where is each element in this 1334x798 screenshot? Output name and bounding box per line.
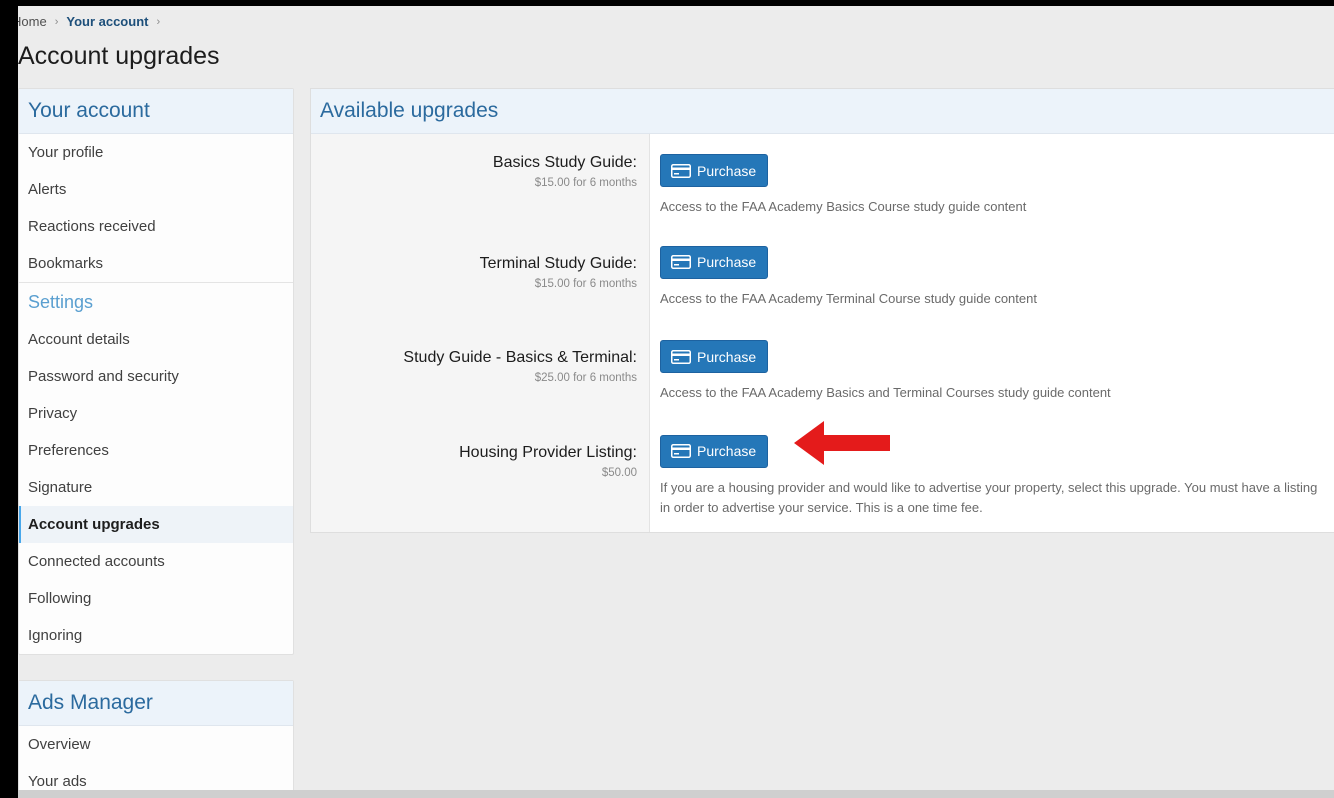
ads-manager-header: Ads Manager	[19, 681, 293, 726]
upgrade-row-housing-provider: Purchase If you are a housing provider a…	[650, 418, 1334, 532]
sidebar-item-alerts[interactable]: Alerts	[19, 171, 293, 208]
breadcrumb-your-account[interactable]: Your account	[66, 14, 148, 29]
sidebar-item-account-upgrades[interactable]: Account upgrades	[19, 506, 293, 543]
sidebar-item-ignoring[interactable]: Ignoring	[19, 617, 293, 654]
breadcrumb-separator: ›	[156, 15, 161, 28]
settings-section-header: Settings	[19, 282, 293, 321]
upgrade-row-basics: Purchase Access to the FAA Academy Basic…	[650, 134, 1334, 229]
sidebar-item-account-details[interactable]: Account details	[19, 321, 293, 358]
upgrade-price: $25.00 for 6 months	[534, 372, 637, 384]
purchase-button-basics-terminal[interactable]: Purchase	[660, 340, 768, 373]
upgrade-title: Housing Provider Listing:	[459, 443, 637, 461]
sidebar-item-following[interactable]: Following	[19, 580, 293, 617]
purchase-button-basics[interactable]: Purchase	[660, 154, 768, 187]
purchase-button-label: Purchase	[697, 443, 757, 459]
red-arrow-annotation-icon	[794, 421, 890, 465]
upgrade-description: Access to the FAA Academy Terminal Cours…	[660, 290, 1037, 306]
credit-card-icon	[671, 349, 691, 364]
breadcrumb-home[interactable]: Home	[18, 14, 47, 29]
upgrade-title: Terminal Study Guide:	[479, 254, 637, 272]
upgrade-price: $50.00	[601, 466, 637, 479]
sidebar: Your account Your profile Alerts Reactio…	[18, 88, 294, 798]
upgrade-label: Terminal Study Guide: $15.00 for 6 month…	[311, 229, 649, 324]
sidebar-item-overview[interactable]: Overview	[19, 726, 293, 763]
page-frame: Home › Your account › Account upgrades Y…	[18, 6, 1334, 798]
purchase-button-label: Purchase	[697, 162, 757, 179]
upgrade-label: Basics Study Guide: $15.00 for 6 months	[311, 134, 649, 229]
breadcrumb: Home › Your account ›	[18, 14, 168, 29]
upgrade-description: Access to the FAA Academy Basics Course …	[660, 199, 1027, 214]
breadcrumb-separator: ›	[54, 15, 59, 28]
purchase-button-terminal[interactable]: Purchase	[660, 245, 768, 279]
account-nav-block: Your account Your profile Alerts Reactio…	[18, 88, 294, 655]
upgrade-description: Access to the FAA Academy Basics and Ter…	[660, 385, 1111, 400]
page-title: Account upgrades	[18, 42, 220, 70]
ads-manager-nav-block: Ads Manager Overview Your ads	[18, 680, 294, 798]
credit-card-icon	[671, 163, 691, 178]
credit-card-icon	[671, 444, 691, 458]
upgrade-label: Study Guide - Basics & Terminal: $25.00 …	[311, 323, 649, 418]
upgrade-description: If you are a housing provider and would …	[660, 479, 1318, 515]
account-nav-header: Your account	[19, 89, 293, 134]
upgrade-label: Housing Provider Listing: $50.00	[311, 418, 649, 532]
credit-card-icon	[671, 255, 691, 269]
upgrade-title: Study Guide - Basics & Terminal:	[403, 349, 637, 366]
sidebar-item-password-and-security[interactable]: Password and security	[19, 358, 293, 395]
bottom-scroll-strip	[18, 790, 1334, 798]
sidebar-item-privacy[interactable]: Privacy	[19, 395, 293, 432]
available-upgrades-header: Available upgrades	[311, 89, 1334, 134]
sidebar-item-preferences[interactable]: Preferences	[19, 432, 293, 469]
upgrade-title: Basics Study Guide:	[492, 154, 637, 171]
upgrade-row-terminal: Purchase Access to the FAA Academy Termi…	[650, 229, 1334, 324]
purchase-button-housing-provider[interactable]: Purchase	[660, 434, 768, 468]
sidebar-item-bookmarks[interactable]: Bookmarks	[19, 245, 293, 282]
sidebar-item-signature[interactable]: Signature	[19, 469, 293, 506]
sidebar-item-connected-accounts[interactable]: Connected accounts	[19, 543, 293, 580]
purchase-button-label: Purchase	[697, 348, 757, 365]
upgrade-labels-column: Basics Study Guide: $15.00 for 6 months …	[311, 134, 650, 532]
upgrade-row-basics-terminal: Purchase Access to the FAA Academy Basic…	[650, 323, 1334, 418]
purchase-button-label: Purchase	[697, 254, 757, 270]
upgrade-content-column: Purchase Access to the FAA Academy Basic…	[650, 134, 1334, 532]
sidebar-item-your-profile[interactable]: Your profile	[19, 134, 293, 171]
upgrade-price: $15.00 for 6 months	[534, 277, 637, 290]
sidebar-item-reactions-received[interactable]: Reactions received	[19, 208, 293, 245]
upgrade-price: $15.00 for 6 months	[534, 177, 637, 189]
